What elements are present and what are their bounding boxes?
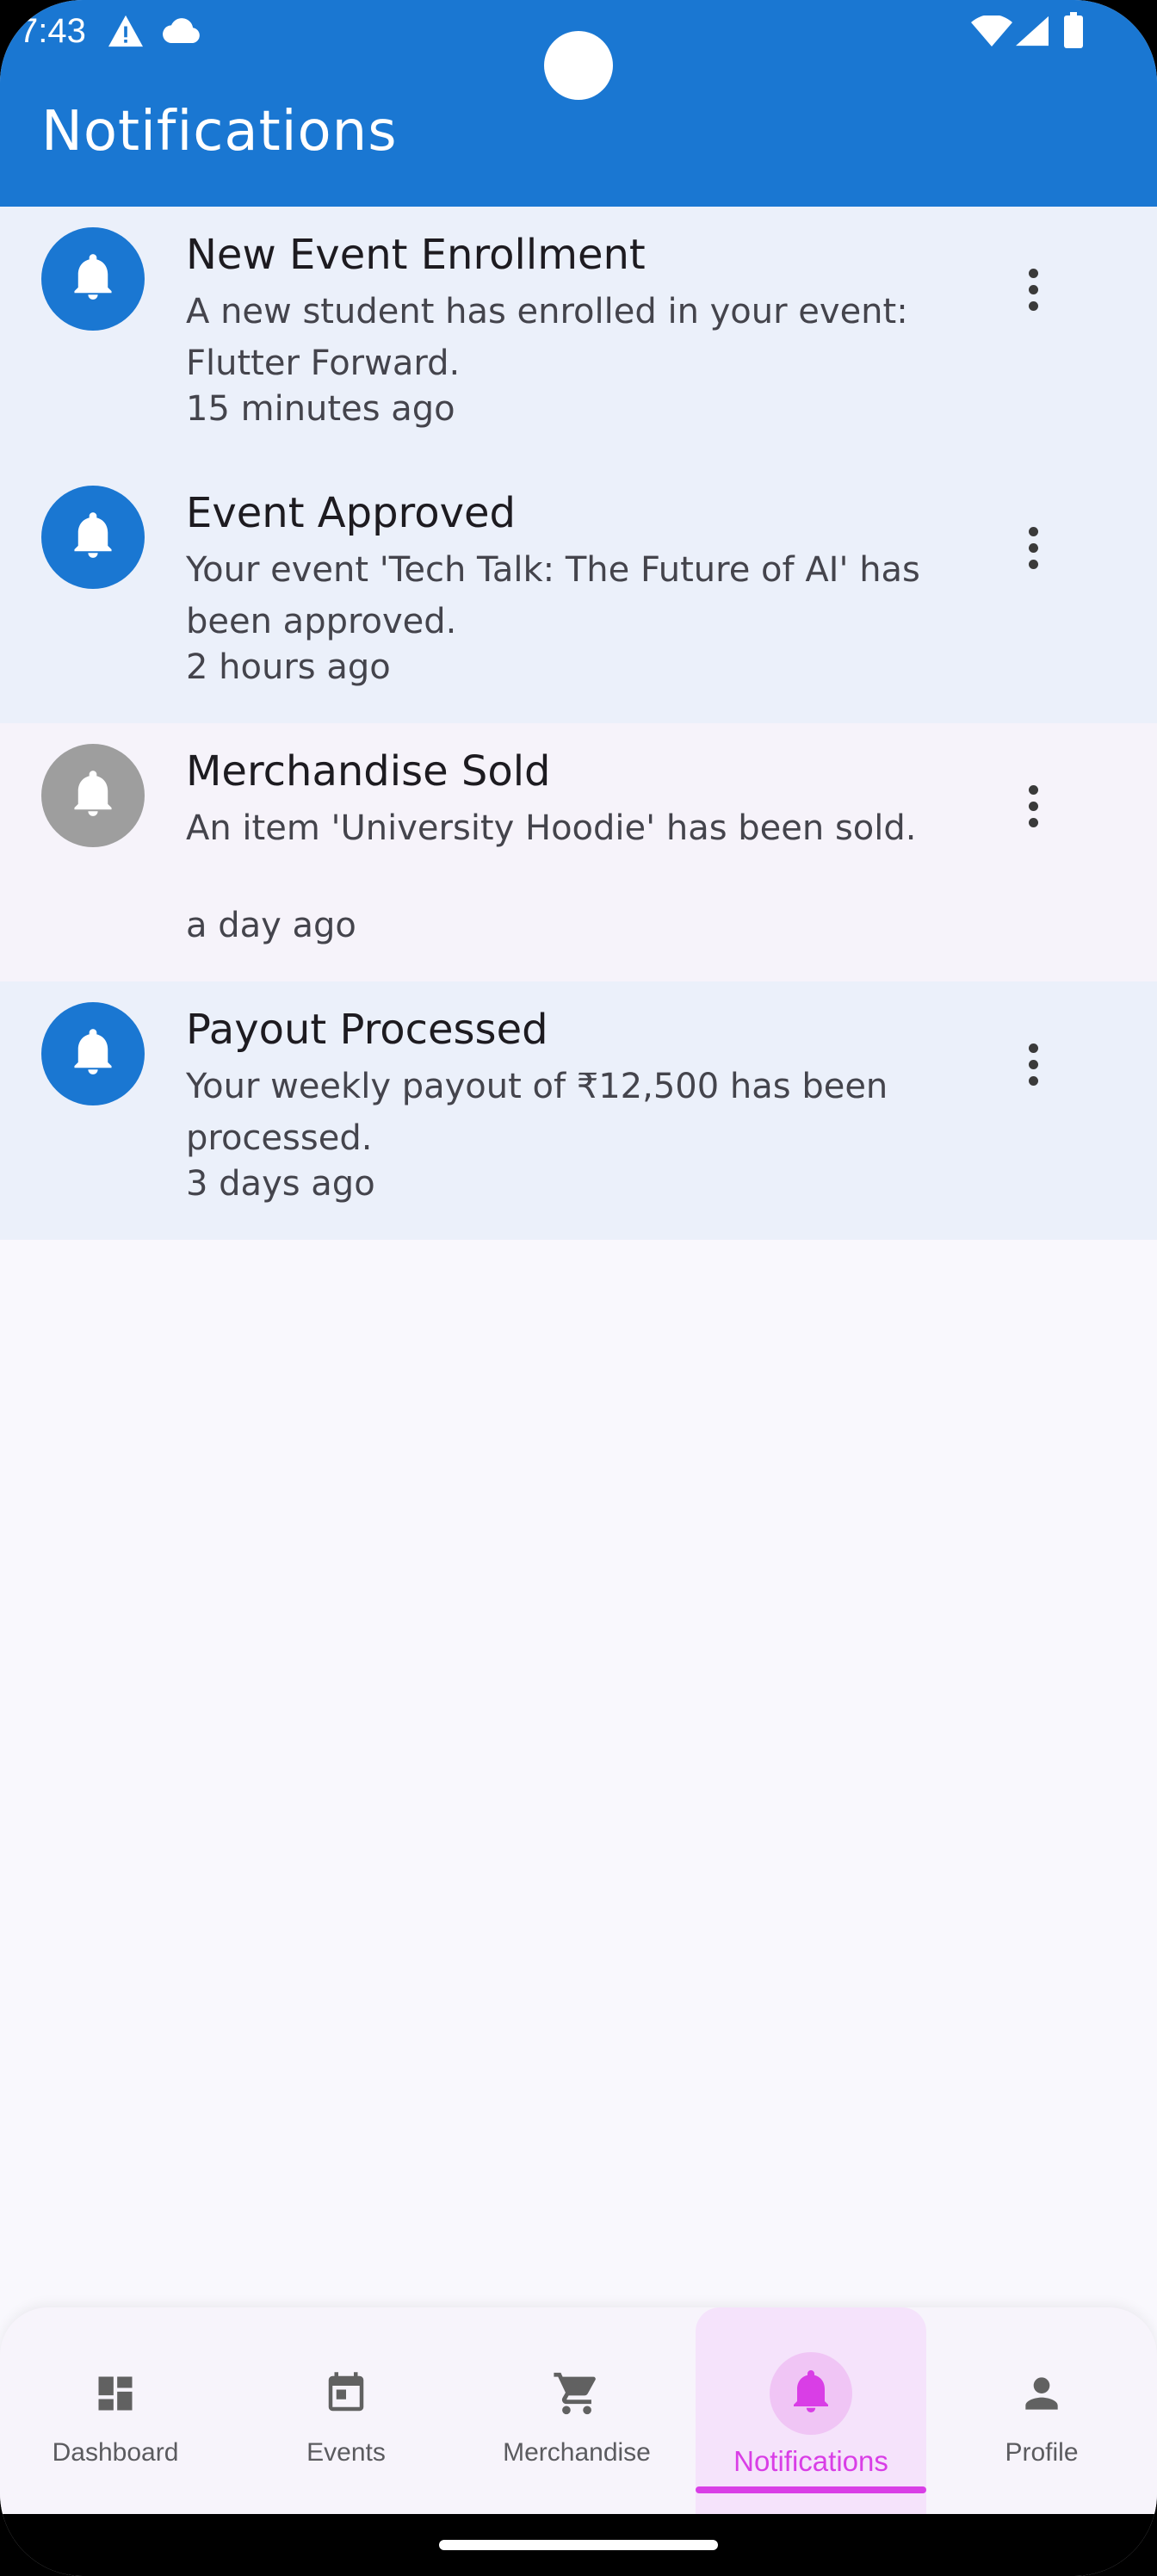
nav-label: Events <box>306 2438 386 2467</box>
bell-icon <box>71 770 115 822</box>
notification-time: 15 minutes ago <box>186 389 455 429</box>
screen: 7:43 Notifications New Event Enrollment … <box>0 0 1157 2576</box>
notification-time: 2 hours ago <box>186 647 391 687</box>
page-title: Notifications <box>41 100 398 164</box>
cloud-icon <box>162 17 201 47</box>
app-bar: 7:43 Notifications <box>0 0 1157 207</box>
notification-avatar <box>41 744 145 847</box>
active-tab-underline <box>696 2486 926 2493</box>
notification-title: New Event Enrollment <box>186 231 646 279</box>
notification-time: 3 days ago <box>186 1164 375 1204</box>
status-time: 7:43 <box>19 12 86 50</box>
notification-title: Merchandise Sold <box>186 747 551 796</box>
nav-label: Notifications <box>733 2445 888 2477</box>
notification-list: New Event Enrollment A new student has e… <box>0 207 1157 1240</box>
wifi-icon <box>971 14 1012 51</box>
cart-icon <box>552 2366 602 2421</box>
notification-title: Payout Processed <box>186 1006 548 1054</box>
notification-avatar <box>41 1002 145 1105</box>
bell-icon <box>71 511 115 564</box>
nav-item-profile[interactable]: Profile <box>926 2307 1157 2514</box>
warning-icon <box>107 14 145 53</box>
camera-cutout <box>544 31 613 100</box>
active-indicator <box>770 2352 852 2435</box>
more-vert-icon <box>1028 526 1038 536</box>
more-options-button[interactable] <box>1012 513 1054 582</box>
notification-avatar <box>41 486 145 589</box>
notification-item[interactable]: Event Approved Your event 'Tech Talk: Th… <box>0 465 1157 723</box>
notification-body: Your event 'Tech Talk: The Future of AI'… <box>186 550 920 641</box>
bell-icon <box>71 253 115 306</box>
nav-label: Merchandise <box>503 2438 651 2467</box>
home-gesture-bar[interactable] <box>439 2540 718 2550</box>
calendar-icon <box>323 2366 369 2421</box>
more-options-button[interactable] <box>1012 255 1054 324</box>
notification-time: a day ago <box>186 906 356 945</box>
nav-label: Dashboard <box>52 2438 179 2467</box>
nav-item-dashboard[interactable]: Dashboard <box>0 2307 231 2514</box>
notification-body: Your weekly payout of ₹12,500 has been p… <box>186 1067 888 1158</box>
notification-title: Event Approved <box>186 489 516 537</box>
signal-icon <box>1016 15 1049 51</box>
notification-item[interactable]: Merchandise Sold An item 'University Hoo… <box>0 723 1157 981</box>
bell-icon <box>71 1028 115 1081</box>
more-vert-icon <box>1028 268 1038 278</box>
more-options-button[interactable] <box>1012 1030 1054 1099</box>
notification-avatar <box>41 227 145 331</box>
bottom-navigation: Dashboard Events Merchandise Notificatio… <box>0 2307 1157 2514</box>
dashboard-icon <box>93 2366 138 2421</box>
battery-icon <box>1064 12 1083 53</box>
nav-item-events[interactable]: Events <box>231 2307 461 2514</box>
nav-item-notifications[interactable]: Notifications <box>696 2307 926 2514</box>
notification-body: An item 'University Hoodie' has been sol… <box>186 808 917 848</box>
notification-body: A new student has enrolled in your event… <box>186 292 908 383</box>
person-icon <box>1018 2366 1066 2421</box>
notification-item[interactable]: Payout Processed Your weekly payout of ₹… <box>0 981 1157 1240</box>
more-options-button[interactable] <box>1012 771 1054 840</box>
more-vert-icon <box>1028 1043 1038 1053</box>
nav-label: Profile <box>1005 2438 1079 2467</box>
more-vert-icon <box>1028 784 1038 795</box>
notification-item[interactable]: New Event Enrollment A new student has e… <box>0 207 1157 465</box>
bell-icon <box>790 2369 832 2419</box>
nav-item-merchandise[interactable]: Merchandise <box>461 2307 692 2514</box>
